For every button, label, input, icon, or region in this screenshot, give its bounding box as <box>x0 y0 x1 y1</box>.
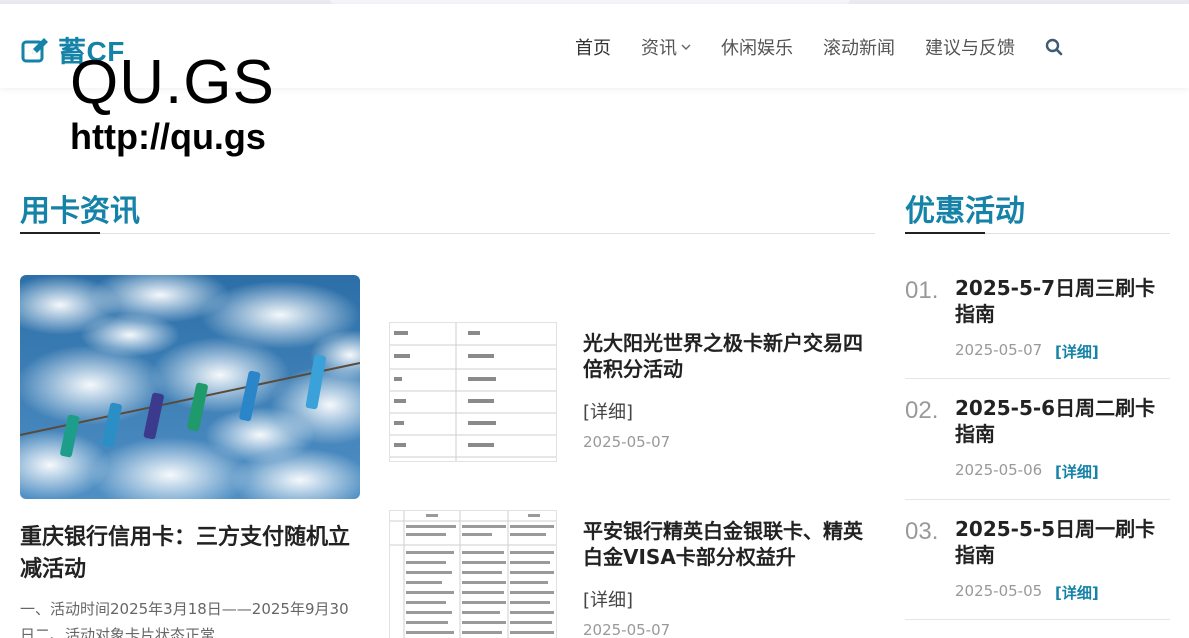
promo-date: 2025-05-05 <box>955 582 1043 600</box>
nav-item-news[interactable]: 资讯 <box>641 34 691 60</box>
search-icon[interactable] <box>1045 38 1063 56</box>
promo-more-link[interactable]: [详细] <box>1055 582 1099 603</box>
feature-excerpt: 一、活动时间2025年3月18日——2025年9月30日二、活动对象卡片状态正常 <box>20 600 349 638</box>
nav-item-feedback[interactable]: 建议与反馈 <box>925 34 1015 60</box>
promo-date: 2025-05-07 <box>955 341 1043 359</box>
promo-number: 01. <box>905 277 939 304</box>
nav-item-home[interactable]: 首页 <box>575 34 611 60</box>
watermark: QU.GS http://qu.gs <box>70 52 275 158</box>
promo-title[interactable]: 2025-5-5日周一刷卡指南 <box>955 516 1170 568</box>
promo-number: 03. <box>905 518 939 545</box>
watermark-url: http://qu.gs <box>70 116 266 157</box>
edit-icon <box>21 38 48 63</box>
feature-title[interactable]: 重庆银行信用卡：三方支付随机立减活动 <box>20 522 365 586</box>
section-title-promotions: 优惠活动 <box>905 194 1025 229</box>
article-thumbnail[interactable] <box>389 322 557 462</box>
article-more-link[interactable]: [详细] <box>583 586 633 612</box>
nav-item-rolling-news[interactable]: 滚动新闻 <box>823 34 895 60</box>
promo-date: 2025-05-06 <box>955 461 1043 479</box>
article-title[interactable]: 光大阳光世界之极卡新户交易四倍积分活动 <box>583 330 873 382</box>
article-title[interactable]: 平安银行精英白金银联卡、精英白金VISA卡部分权益升 <box>583 518 873 570</box>
watermark-domain: QU.GS <box>70 48 275 117</box>
article-date: 2025-05-07 <box>583 433 671 451</box>
promo-item: 02. 2025-5-6日周二刷卡指南 2025-05-06 [详细] <box>905 395 1170 485</box>
promo-title[interactable]: 2025-5-6日周二刷卡指南 <box>955 395 1170 447</box>
section-title-card-news: 用卡资讯 <box>20 194 140 229</box>
chevron-down-icon <box>681 44 691 50</box>
article-thumbnail[interactable] <box>389 510 557 638</box>
promo-more-link[interactable]: [详细] <box>1055 461 1099 482</box>
section-divider <box>20 232 875 234</box>
promo-item: 01. 2025-5-7日周三刷卡指南 2025-05-07 [详细] <box>905 275 1170 365</box>
promo-item: 03. 2025-5-5日周一刷卡指南 2025-05-05 [详细] <box>905 516 1170 606</box>
promo-divider <box>905 378 1170 379</box>
promo-divider <box>905 499 1170 500</box>
feature-image[interactable] <box>20 275 360 499</box>
nav-item-news-label: 资讯 <box>641 38 677 59</box>
article-date: 2025-05-07 <box>583 621 671 638</box>
promo-more-link[interactable]: [详细] <box>1055 341 1099 362</box>
main-nav: 首页 资讯 休闲娱乐 滚动新闻 建议与反馈 <box>545 34 1063 60</box>
sidebar-divider <box>905 232 1170 234</box>
promo-divider <box>905 619 1170 620</box>
promo-title[interactable]: 2025-5-7日周三刷卡指南 <box>955 275 1170 327</box>
nav-item-entertainment[interactable]: 休闲娱乐 <box>721 34 793 60</box>
promo-number: 02. <box>905 397 939 424</box>
article-more-link[interactable]: [详细] <box>583 398 633 424</box>
